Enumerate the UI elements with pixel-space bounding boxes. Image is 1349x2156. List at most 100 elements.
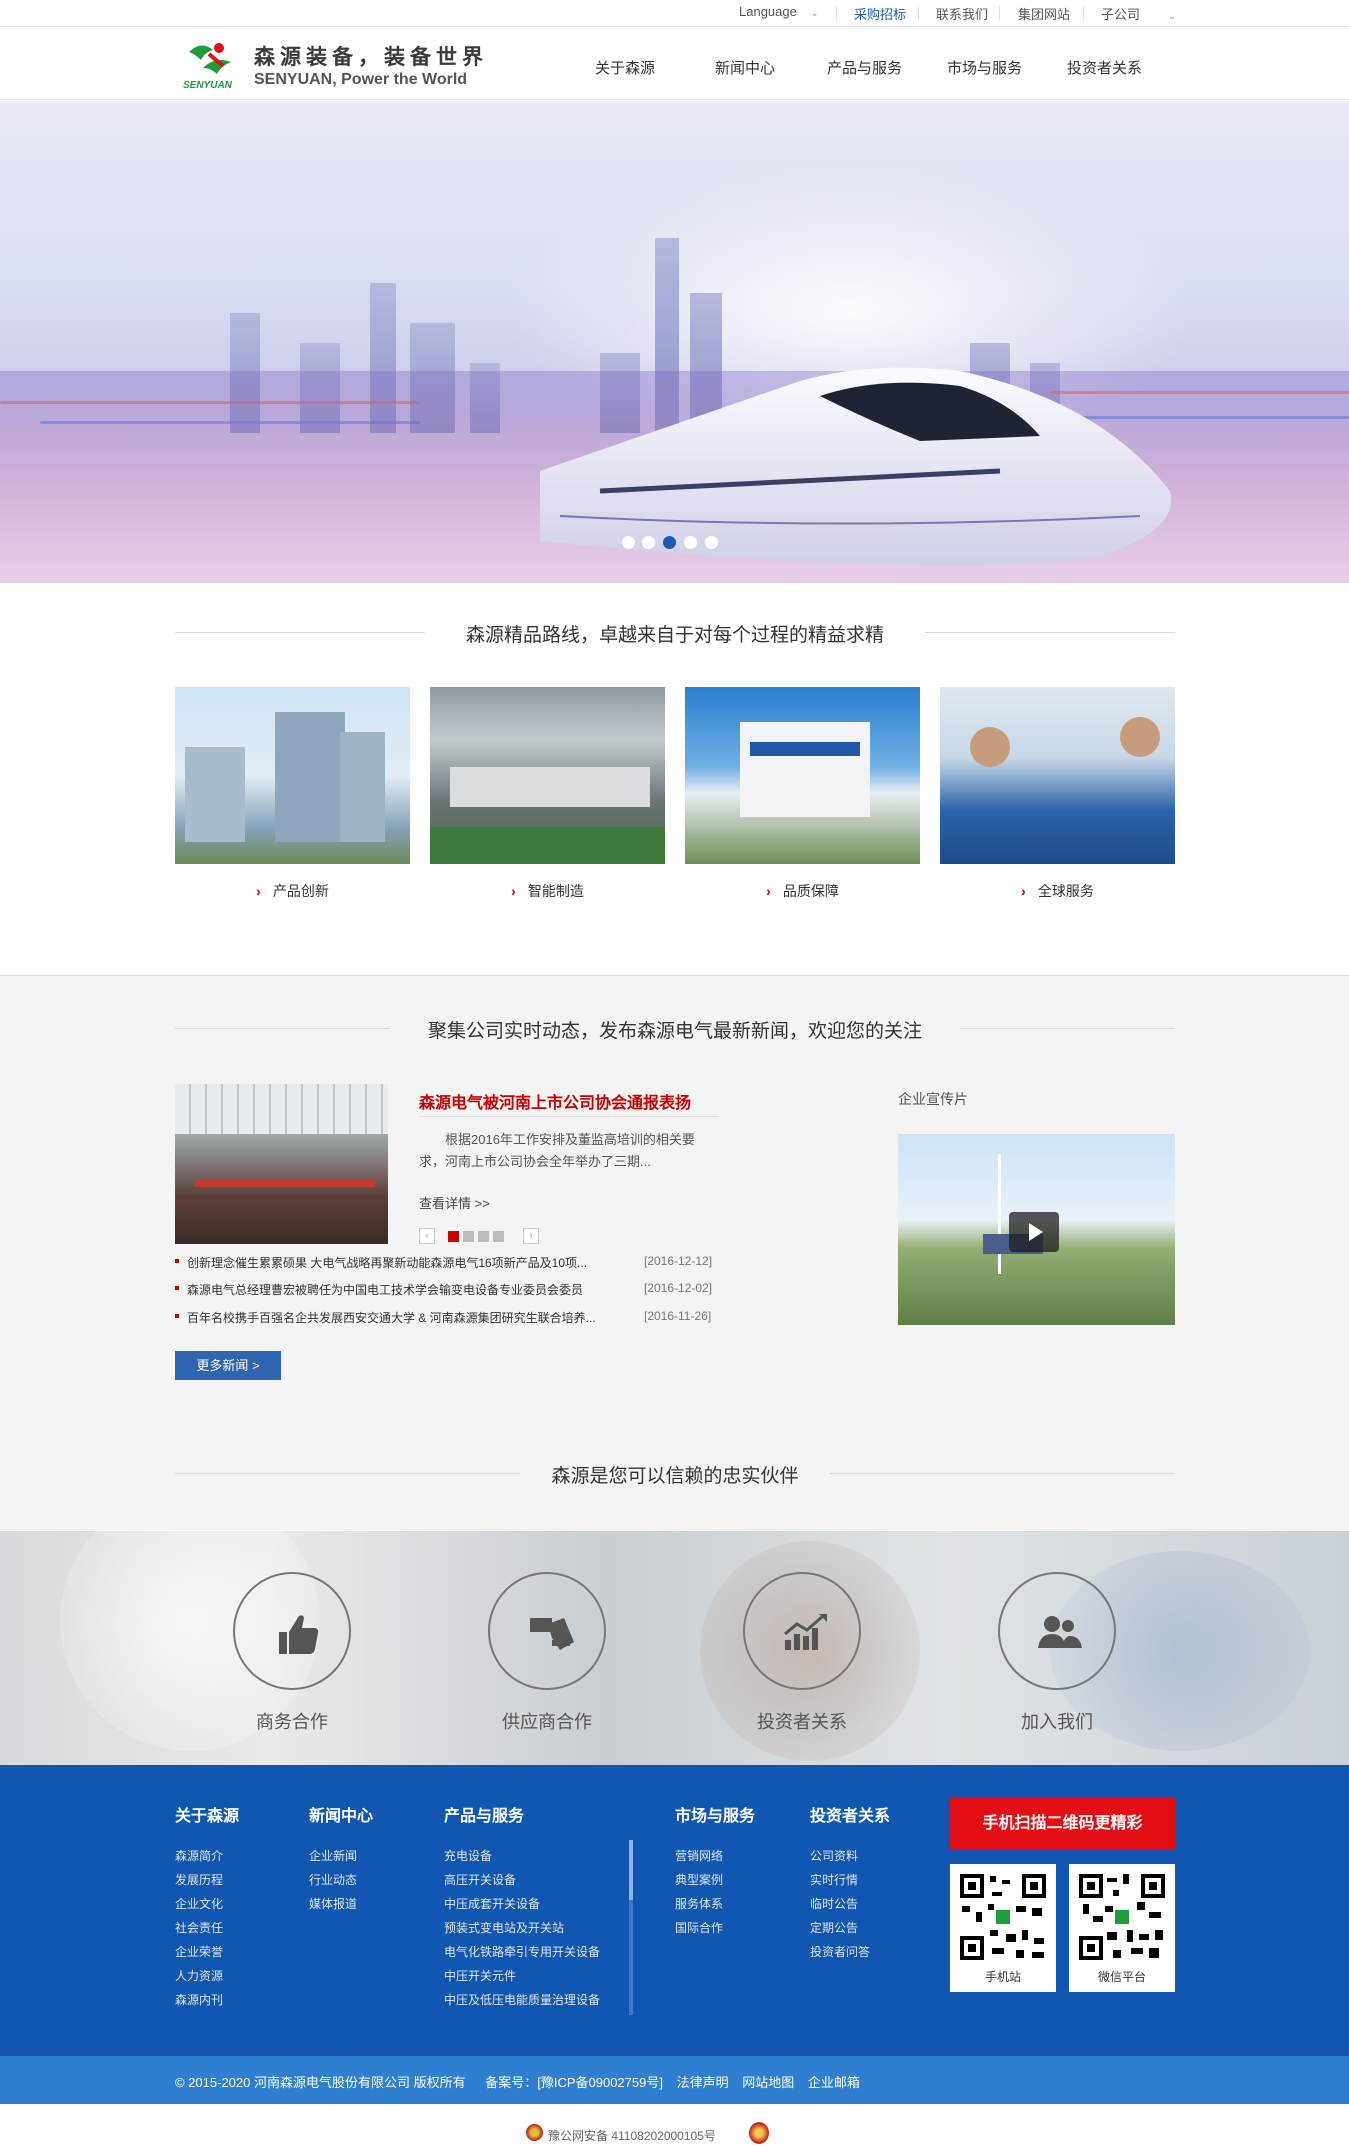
contact-link[interactable]: 联系我们 <box>936 4 988 23</box>
footer-link[interactable]: 实时行情 <box>810 1871 858 1888</box>
footer-link[interactable]: 营销网络 <box>675 1847 723 1864</box>
qr-mobile-site[interactable]: 手机站 <box>950 1864 1056 1992</box>
footer-link[interactable]: 人力资源 <box>175 1967 223 1984</box>
top-utility-bar: Language ⌄ 采购招标 联系我们 集团网站 子公司 ⌄ <box>0 0 1349 27</box>
card-label-quality[interactable]: › 品质保障 <box>685 881 920 901</box>
card-label-innovation[interactable]: › 产品创新 <box>175 881 410 901</box>
qr-wechat[interactable]: 微信平台 <box>1069 1864 1175 1992</box>
emblem-icon <box>749 2122 769 2144</box>
partner-label[interactable]: 加入我们 <box>957 1708 1157 1734</box>
divider <box>999 6 1000 20</box>
footer-col-title[interactable]: 投资者关系 <box>810 1802 890 1826</box>
footer-link[interactable]: 社会责任 <box>175 1919 223 1936</box>
mail-link[interactable]: 企业邮箱 <box>808 2075 860 2090</box>
footer-col-title[interactable]: 产品与服务 <box>444 1802 524 1826</box>
footer-link[interactable]: 投资者问答 <box>810 1943 870 1960</box>
footer-link[interactable]: 公司资料 <box>810 1847 858 1864</box>
pager-next-button[interactable]: › <box>523 1228 539 1244</box>
language-selector[interactable]: Language ⌄ <box>739 4 819 19</box>
card-image-service[interactable] <box>940 687 1175 864</box>
footer-col-title[interactable]: 市场与服务 <box>675 1802 755 1826</box>
footer-link[interactable]: 国际合作 <box>675 1919 723 1936</box>
nav-investors[interactable]: 投资者关系 <box>1067 57 1142 78</box>
nav-market[interactable]: 市场与服务 <box>947 57 1022 78</box>
legal-link[interactable]: 法律声明 <box>677 2075 729 2090</box>
read-more-link[interactable]: 查看详情 >> <box>419 1193 490 1212</box>
footer-link[interactable]: 高压开关设备 <box>444 1871 516 1888</box>
footer-link[interactable]: 行业动态 <box>309 1871 357 1888</box>
senyuan-logo[interactable]: SENYUAN <box>183 38 239 91</box>
footer-link[interactable]: 媒体报道 <box>309 1895 357 1912</box>
icp-link[interactable]: 备案号：[豫ICP备09002759号] <box>485 2075 663 2090</box>
sitemap-link[interactable]: 网站地图 <box>742 2075 794 2090</box>
footer-link[interactable]: 企业文化 <box>175 1895 223 1912</box>
police-record-bar: 豫公网安备 41108202000105号 <box>0 2104 1349 2156</box>
card-label-manufacturing[interactable]: › 智能制造 <box>430 881 665 901</box>
copyright-notice: © 2015-2020 河南森源电气股份有限公司 版权所有 <box>175 2075 466 2090</box>
nav-about[interactable]: 关于森源 <box>595 57 655 78</box>
footer-link[interactable]: 预装式变电站及开关站 <box>444 1919 564 1936</box>
footer-link[interactable]: 中压及低压电能质量治理设备 <box>444 1991 600 2008</box>
card-image-manufacturing[interactable] <box>430 687 665 864</box>
footer-link[interactable]: 企业荣誉 <box>175 1943 223 1960</box>
footer-link[interactable]: 典型案例 <box>675 1871 723 1888</box>
carousel-dot-active[interactable] <box>663 536 676 549</box>
footer-link[interactable]: 临时公告 <box>810 1895 858 1912</box>
carousel-dot[interactable] <box>684 536 697 549</box>
promo-video[interactable] <box>898 1134 1175 1325</box>
partner-label[interactable]: 投资者关系 <box>702 1708 902 1734</box>
business-cooperation-button[interactable] <box>233 1572 351 1690</box>
scrollbar-thumb[interactable] <box>629 1840 633 1900</box>
copyright-bar: © 2015-2020 河南森源电气股份有限公司 版权所有 备案号：[豫ICP备… <box>0 2056 1349 2104</box>
carousel-dot[interactable] <box>622 536 635 549</box>
qr-code-icon <box>1077 1872 1167 1962</box>
pager-dot-active[interactable] <box>448 1231 459 1242</box>
partner-label[interactable]: 供应商合作 <box>447 1708 647 1734</box>
chart-growth-icon <box>784 1614 827 1650</box>
footer-link[interactable]: 充电设备 <box>444 1847 492 1864</box>
footer-link[interactable]: 企业新闻 <box>309 1847 357 1864</box>
carousel-dot[interactable] <box>642 536 655 549</box>
chevron-down-icon: ⌄ <box>810 8 819 19</box>
play-icon[interactable] <box>1009 1212 1059 1252</box>
footer-link[interactable]: 电气化铁路牵引专用开关设备 <box>444 1943 600 1960</box>
procurement-link[interactable]: 采购招标 <box>854 4 906 23</box>
footer-col-title[interactable]: 新闻中心 <box>309 1802 373 1826</box>
news-headline[interactable]: 森源电气被河南上市公司协会通报表扬 <box>419 1089 691 1113</box>
chevron-right-icon: › <box>256 883 261 899</box>
subsidiary-selector[interactable]: 子公司 ⌄ <box>1101 4 1176 23</box>
supplier-cooperation-button[interactable] <box>488 1572 606 1690</box>
partner-label[interactable]: 商务合作 <box>192 1708 392 1734</box>
investor-relations-button[interactable] <box>743 1572 861 1690</box>
more-news-button[interactable]: 更多新闻 > <box>175 1351 281 1380</box>
carousel-dot[interactable] <box>705 536 718 549</box>
police-record-link[interactable]: 豫公网安备 41108202000105号 <box>548 2127 716 2144</box>
nav-products[interactable]: 产品与服务 <box>827 57 902 78</box>
pager-dot[interactable] <box>478 1231 489 1242</box>
footer-link[interactable]: 森源简介 <box>175 1847 223 1864</box>
video-label: 企业宣传片 <box>898 1091 968 1107</box>
news-featured-image[interactable] <box>175 1084 388 1244</box>
police-badge-icon <box>526 2124 543 2141</box>
lean-section-title: 森源精品路线，卓越来自于对每个过程的精益求精 <box>465 625 884 646</box>
footer-link[interactable]: 中压开关元件 <box>444 1967 516 1984</box>
hero-banner[interactable] <box>0 101 1349 583</box>
card-image-innovation[interactable] <box>175 687 410 864</box>
nav-news[interactable]: 新闻中心 <box>715 57 775 78</box>
qr-caption: 手机站 <box>984 1970 1021 1984</box>
pager-dot[interactable] <box>493 1231 504 1242</box>
footer-link[interactable]: 发展历程 <box>175 1871 223 1888</box>
pager-dot[interactable] <box>463 1231 474 1242</box>
join-us-button[interactable] <box>998 1572 1116 1690</box>
qr-promo-banner: 手机扫描二维码更精彩 <box>950 1798 1175 1850</box>
card-image-quality[interactable] <box>685 687 920 864</box>
chevron-right-icon: › <box>1021 883 1026 899</box>
footer-link[interactable]: 中压成套开关设备 <box>444 1895 540 1912</box>
footer-link[interactable]: 森源内刊 <box>175 1991 223 2008</box>
footer-col-title[interactable]: 关于森源 <box>175 1802 239 1826</box>
card-label-service[interactable]: › 全球服务 <box>940 881 1175 901</box>
footer-link[interactable]: 服务体系 <box>675 1895 723 1912</box>
group-site-link[interactable]: 集团网站 <box>1018 4 1070 23</box>
pager-prev-button[interactable]: ‹ <box>419 1228 435 1244</box>
footer-link[interactable]: 定期公告 <box>810 1919 858 1936</box>
